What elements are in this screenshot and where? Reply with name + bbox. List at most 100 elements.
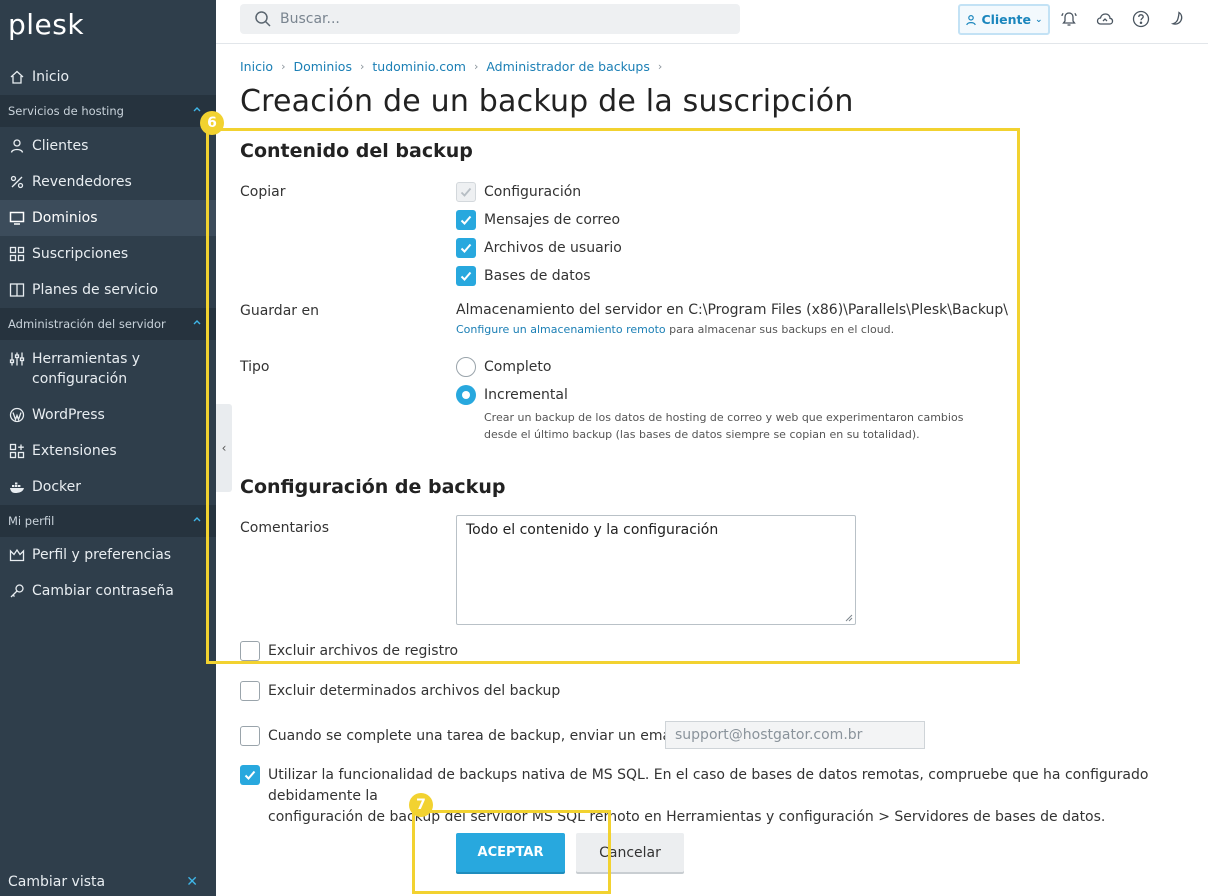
checkbox-label: Mensajes de correo	[484, 212, 621, 228]
notifications-icon[interactable]	[1059, 9, 1079, 29]
copy-mail-checkbox[interactable]: Mensajes de correo	[456, 210, 620, 230]
checkbox-label: Excluir archivos de registro	[268, 643, 459, 659]
copy-databases-checkbox[interactable]: Bases de datos	[456, 266, 591, 286]
sidebar-item-label: Planes de servicio	[32, 282, 159, 298]
sidebar-item-resellers[interactable]: Revendedores	[0, 164, 216, 200]
exclude-files-checkbox[interactable]: Excluir determinados archivos del backup	[240, 681, 560, 701]
sidebar-item-home[interactable]: Inicio	[0, 59, 216, 95]
dark-mode-icon[interactable]	[1167, 9, 1187, 29]
incremental-hint-line: Crear un backup de los datos de hosting …	[484, 411, 964, 424]
section-profile[interactable]: Mi perfil	[0, 505, 216, 537]
breadcrumb-domain[interactable]: tudominio.com	[372, 59, 466, 74]
sidebar-item-profile[interactable]: Perfil y preferencias	[0, 537, 216, 573]
plesk-logo[interactable]: plesk	[8, 8, 84, 41]
breadcrumb-home[interactable]: Inicio	[240, 59, 273, 74]
checkbox[interactable]	[456, 182, 476, 202]
sidebar-item-label: Revendedores	[32, 174, 132, 190]
key-icon	[8, 582, 26, 600]
section-server[interactable]: Administración del servidor	[0, 308, 216, 340]
docker-icon	[8, 478, 26, 496]
checkbox-label: Excluir determinados archivos del backup	[268, 683, 561, 699]
checkbox-label: Configuración	[484, 184, 582, 200]
sidebar-item-service-plans[interactable]: Planes de servicio	[0, 272, 216, 308]
mssql-line: configuración de backup del servidor MS …	[268, 809, 1106, 825]
sidebar: plesk Inicio Servicios de hosting Client…	[0, 0, 216, 896]
breadcrumb-backup-manager[interactable]: Administrador de backups	[486, 59, 650, 74]
checkbox[interactable]	[240, 765, 260, 785]
sidebar-item-subscriptions[interactable]: Suscripciones	[0, 236, 216, 272]
sidebar-item-tools[interactable]: Herramientas y configuración	[0, 345, 216, 389]
sidebar-item-label: Perfil y preferencias	[32, 547, 172, 563]
sidebar-item-change-password[interactable]: Cambiar contraseña	[0, 573, 216, 609]
incremental-hint-line: desde el último backup (las bases de dat…	[484, 428, 920, 441]
monitor-icon	[8, 209, 26, 227]
extensions-icon	[8, 442, 26, 460]
sidebar-collapse-handle[interactable]: ‹	[216, 404, 232, 492]
search-input[interactable]: Buscar...	[240, 4, 740, 34]
copy-user-files-checkbox[interactable]: Archivos de usuario	[456, 238, 622, 258]
step-6-badge: 6	[200, 111, 224, 135]
checkbox[interactable]	[456, 210, 476, 230]
comments-label: Comentarios	[240, 520, 330, 536]
checkbox[interactable]	[240, 681, 260, 701]
help-icon[interactable]	[1131, 9, 1151, 29]
wordpress-icon	[8, 406, 26, 424]
comments-textarea[interactable]: Todo el contenido y la configuración	[456, 515, 856, 625]
sidebar-item-docker[interactable]: Docker	[0, 469, 216, 505]
user-icon	[966, 14, 977, 25]
sidebar-item-label: Dominios	[32, 210, 98, 226]
exclude-logs-checkbox[interactable]: Excluir archivos de registro	[240, 641, 458, 661]
notification-email-field[interactable]: support@hostgator.com.br	[665, 721, 925, 749]
sidebar-item-label: WordPress	[32, 407, 105, 423]
sidebar-item-label: Clientes	[32, 138, 89, 154]
radio[interactable]	[456, 385, 476, 405]
grid-icon	[8, 245, 26, 263]
cloud-icon[interactable]	[1095, 9, 1115, 29]
remote-storage-hint: Configure un almacenamiento remoto para …	[456, 321, 894, 338]
type-incremental-radio[interactable]: Incremental	[456, 385, 568, 405]
resize-handle-icon[interactable]	[845, 614, 853, 622]
checkbox[interactable]	[456, 266, 476, 286]
section-hosting[interactable]: Servicios de hosting	[0, 95, 216, 127]
radio-label: Incremental	[484, 387, 568, 403]
percent-icon	[8, 173, 26, 191]
checkbox[interactable]	[456, 238, 476, 258]
sidebar-item-label: Inicio	[32, 69, 70, 85]
client-view-button[interactable]: Cliente ⌄	[958, 4, 1050, 35]
checkbox[interactable]	[240, 641, 260, 661]
sidebar-item-extensions[interactable]: Extensiones	[0, 433, 216, 469]
comments-value: Todo el contenido y la configuración	[466, 522, 719, 538]
sidebar-item-wordpress[interactable]: WordPress	[0, 397, 216, 433]
step-7-badge: 7	[409, 793, 433, 817]
sidebar-item-domains[interactable]: Dominios	[0, 200, 216, 236]
type-full-radio[interactable]: Completo	[456, 357, 551, 377]
switch-view-button[interactable]: Cambiar vista ✕	[0, 868, 216, 896]
section-label: Mi perfil	[8, 514, 55, 528]
book-icon	[8, 281, 26, 299]
cancel-button[interactable]: Cancelar	[576, 833, 684, 872]
section-label: Administración del servidor	[8, 317, 166, 331]
sidebar-item-label: Docker	[32, 479, 82, 495]
copy-configuration-checkbox[interactable]: Configuración	[456, 182, 581, 202]
mssql-native-checkbox[interactable]	[240, 765, 268, 785]
accept-button[interactable]: ACEPTAR	[456, 833, 565, 872]
section-label: Servicios de hosting	[8, 104, 124, 118]
chevron-down-icon: ⌄	[1035, 14, 1043, 25]
checkbox[interactable]	[240, 726, 260, 746]
close-icon[interactable]: ✕	[186, 874, 198, 890]
breadcrumb-domains[interactable]: Dominios	[293, 59, 351, 74]
remote-storage-link[interactable]: Configure un almacenamiento remoto	[456, 323, 666, 336]
checkbox-label: Bases de datos	[484, 268, 591, 284]
sliders-icon	[8, 350, 26, 368]
save-in-label: Guardar en	[240, 303, 319, 319]
radio[interactable]	[456, 357, 476, 377]
email-notify-checkbox[interactable]: Cuando se complete una tarea de backup, …	[240, 726, 692, 746]
backup-content-heading: Contenido del backup	[240, 140, 473, 162]
sidebar-item-label: Cambiar contraseña	[32, 583, 174, 599]
chevron-left-icon: ‹	[221, 441, 227, 455]
search-icon	[255, 11, 271, 27]
email-placeholder: support@hostgator.com.br	[675, 727, 863, 743]
sidebar-item-clients[interactable]: Clientes	[0, 128, 216, 164]
sidebar-item-label: Suscripciones	[32, 246, 129, 262]
user-icon	[8, 137, 26, 155]
